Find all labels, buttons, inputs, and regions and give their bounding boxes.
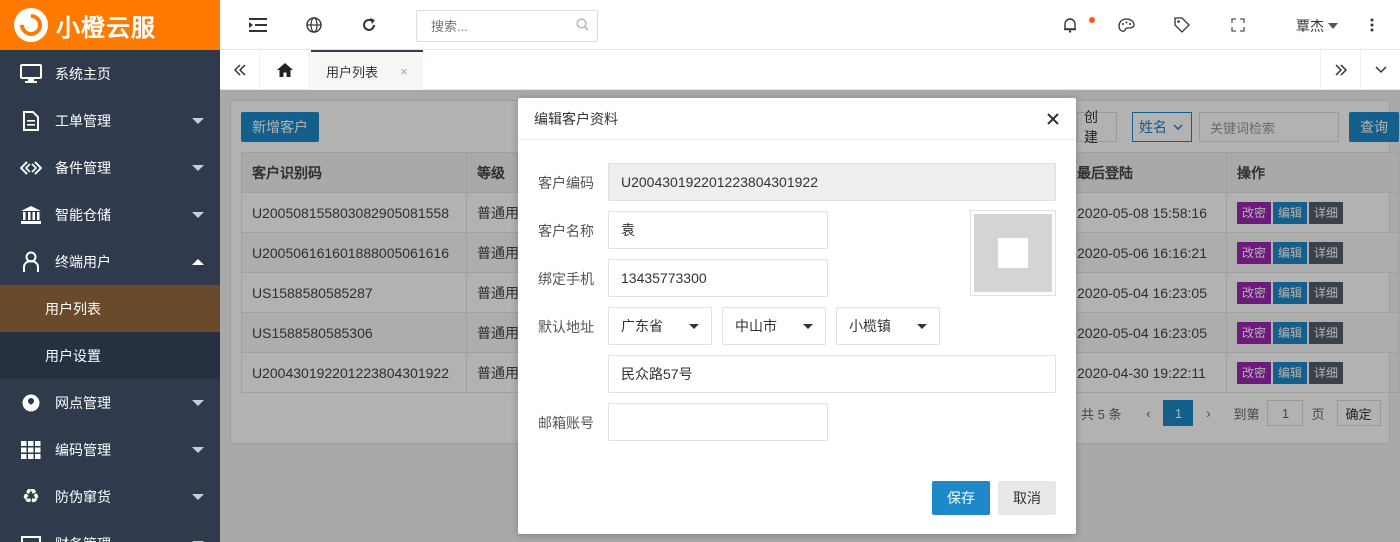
home-icon (276, 63, 293, 77)
sidebar-item-label: 网点管理 (55, 394, 111, 411)
tabs-dropdown[interactable] (1360, 50, 1400, 90)
bell-icon[interactable] (1060, 15, 1080, 35)
brand-logo[interactable]: 小橙云服 (0, 0, 220, 50)
globe-icon[interactable] (304, 15, 324, 35)
tab-home[interactable] (260, 50, 310, 90)
sidebar-item-finance[interactable]: 财务管理 (0, 520, 220, 542)
close-icon[interactable] (1044, 110, 1062, 128)
sidebar-item-workorders[interactable]: 工单管理 (0, 97, 220, 144)
grid-icon (20, 439, 42, 461)
avatar-upload[interactable] (970, 210, 1056, 296)
map-pin-icon (20, 392, 42, 414)
chevron-down-icon (192, 493, 204, 500)
city-select[interactable]: 中山市 (722, 307, 826, 345)
tabs-bar: 用户列表 × (220, 50, 1400, 90)
sidebar-item-home[interactable]: 系统主页 (0, 50, 220, 97)
palette-icon[interactable] (1116, 15, 1136, 35)
menu-toggle-icon[interactable] (248, 15, 268, 35)
sidebar-item-label: 备件管理 (55, 159, 111, 176)
caret-down-icon (917, 324, 927, 329)
finance-icon (20, 533, 42, 542)
province-select[interactable]: 广东省 (608, 307, 712, 345)
tabs-scroll-right[interactable] (1320, 50, 1360, 90)
sidebar-item-label: 系统主页 (55, 65, 111, 82)
edit-customer-modal: 编辑客户资料 客户编码 U200430192201223804301922 客户… (518, 98, 1076, 534)
name-field[interactable]: 袁 (608, 211, 828, 249)
sidebar-item-codes[interactable]: 编码管理 (0, 426, 220, 473)
brand-name: 小橙云服 (56, 14, 156, 42)
refresh-icon[interactable] (359, 15, 379, 35)
more-vertical-icon[interactable] (1362, 15, 1382, 35)
sidebar-item-anticounterfeit[interactable]: ♻ 防伪窜货 (0, 473, 220, 520)
chevron-down-icon (192, 164, 204, 171)
close-icon[interactable]: × (400, 64, 408, 79)
code-label: 客户编码 (538, 175, 594, 191)
town-select[interactable]: 小榄镇 (836, 307, 940, 345)
sidebar-item-label: 防伪窜货 (55, 488, 111, 505)
orange-logo-icon (14, 8, 48, 42)
province-value: 广东省 (621, 318, 663, 334)
tabs-scroll-left[interactable] (220, 50, 260, 90)
caret-down-icon (803, 324, 813, 329)
tab-user-list[interactable]: 用户列表 × (311, 50, 423, 90)
tab-label: 用户列表 (326, 64, 379, 80)
caret-down-icon (1328, 23, 1338, 29)
save-button[interactable]: 保存 (932, 481, 990, 515)
user-icon (20, 251, 42, 273)
notification-dot (1089, 17, 1095, 23)
chevron-up-icon (192, 258, 204, 265)
sidebar-item-label: 编码管理 (55, 441, 111, 458)
bank-icon (20, 204, 42, 226)
fullscreen-icon[interactable] (1228, 15, 1248, 35)
chevron-down-icon (1374, 66, 1387, 74)
town-value: 小榄镇 (849, 318, 891, 334)
sidebar-item-spareparts[interactable]: 备件管理 (0, 144, 220, 191)
sidebar-item-label: 终端用户 (55, 253, 111, 270)
document-icon (20, 110, 42, 132)
tag-icon[interactable] (1172, 15, 1192, 35)
chevron-down-icon (192, 446, 204, 453)
caret-down-icon (689, 324, 699, 329)
sidebar-item-label: 财务管理 (55, 534, 111, 542)
code-field: U200430192201223804301922 (608, 163, 1056, 201)
phone-field[interactable]: 13435773300 (608, 259, 828, 297)
top-header: 覃杰 (220, 0, 1400, 50)
name-label: 客户名称 (538, 223, 594, 239)
monitor-icon (20, 63, 42, 85)
sidebar-item-warehouse[interactable]: 智能仓储 (0, 191, 220, 238)
sidebar-item-endusers[interactable]: 终端用户 (0, 238, 220, 285)
recycle-icon: ♻ (22, 486, 40, 508)
chevron-down-icon (192, 117, 204, 124)
sidebar-subitem-user-list[interactable]: 用户列表 (0, 285, 220, 332)
search-icon[interactable] (576, 18, 589, 34)
sidebar: 小橙云服 系统主页 工单管理 备件管理 智能仓储 终端用户 用户列表 用户设置 … (0, 0, 220, 542)
double-chevron-left-icon (233, 64, 246, 76)
sidebar-item-outlets[interactable]: 网点管理 (0, 379, 220, 426)
search-input[interactable] (431, 18, 576, 34)
avatar-placeholder (974, 214, 1052, 292)
modal-title: 编辑客户资料 (518, 98, 1076, 140)
sidebar-item-label: 工单管理 (55, 112, 111, 129)
search-box[interactable] (416, 10, 598, 42)
user-name: 覃杰 (1296, 18, 1324, 34)
street-field[interactable]: 民众路57号 (608, 355, 1056, 393)
address-label: 默认地址 (538, 319, 594, 335)
chevron-down-icon (192, 399, 204, 406)
phone-label: 绑定手机 (538, 271, 594, 287)
link-icon (20, 157, 42, 179)
city-value: 中山市 (735, 318, 777, 334)
sidebar-item-label: 智能仓储 (55, 206, 111, 223)
cancel-button[interactable]: 取消 (998, 481, 1056, 515)
sidebar-subitem-user-settings[interactable]: 用户设置 (0, 332, 220, 379)
email-field[interactable] (608, 403, 828, 441)
chevron-down-icon (192, 211, 204, 218)
double-chevron-right-icon (1334, 64, 1347, 76)
email-label: 邮箱账号 (538, 415, 594, 431)
user-menu[interactable]: 覃杰 (1296, 16, 1338, 36)
